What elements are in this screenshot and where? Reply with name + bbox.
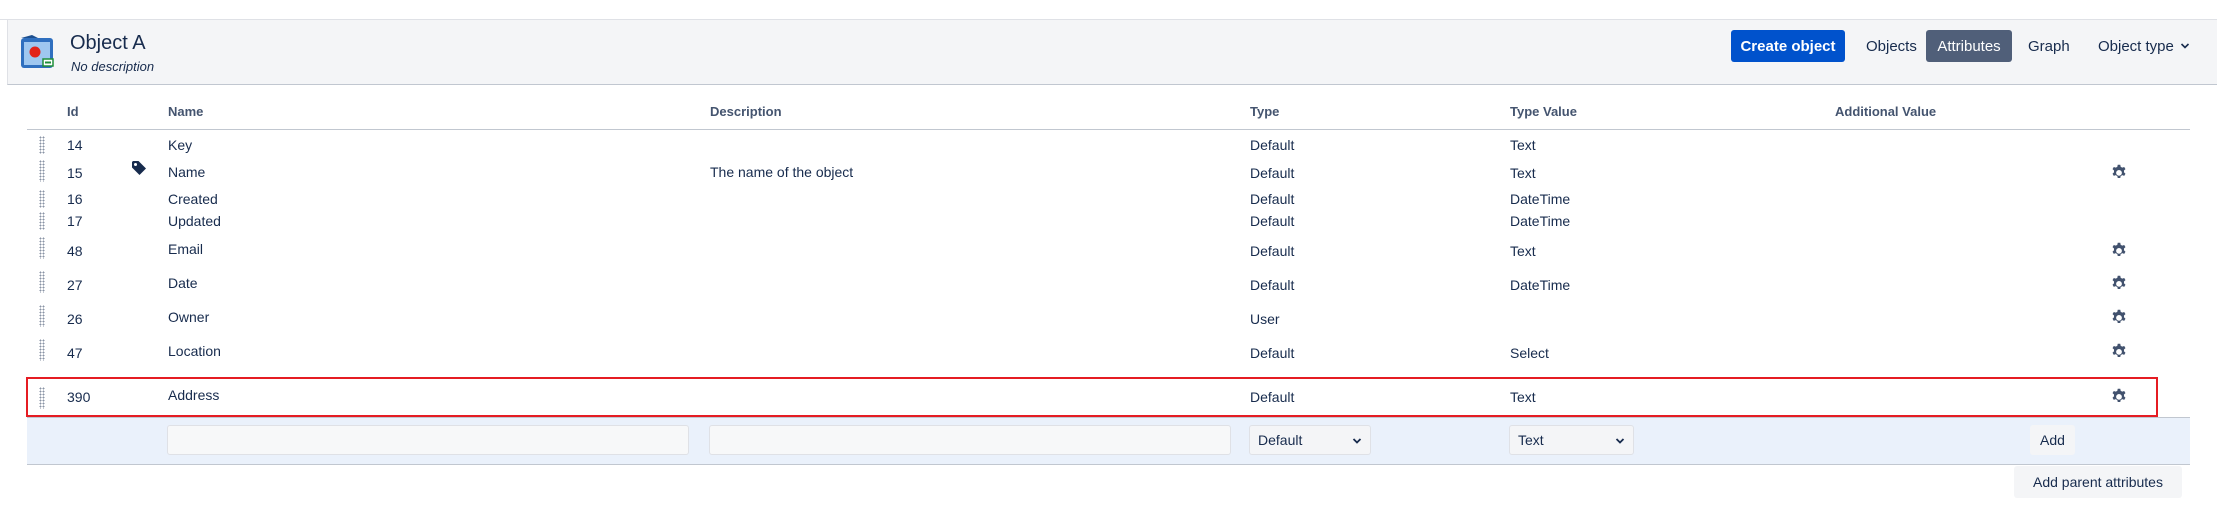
gear-icon[interactable] <box>2110 163 2128 181</box>
cell-type: Default <box>1250 213 1295 229</box>
cell-id: 26 <box>67 311 83 327</box>
cell-id: 15 <box>67 165 83 181</box>
tab-attributes[interactable]: Attributes <box>1926 30 2012 62</box>
gear-icon[interactable] <box>2110 342 2128 360</box>
gear-icon[interactable] <box>2110 241 2128 259</box>
gear-icon[interactable] <box>2110 274 2128 292</box>
cell-name: Created <box>168 191 218 207</box>
type-select-value: Default <box>1258 432 1303 448</box>
cell-name: Email <box>168 241 204 257</box>
new-attribute-description-input[interactable] <box>709 425 1231 455</box>
column-header-name: Name <box>168 104 204 119</box>
table-row[interactable]: 17 Updated Default DateTime <box>27 210 2190 234</box>
object-type-icon <box>21 35 54 68</box>
cell-type: User <box>1250 311 1280 327</box>
drag-handle[interactable] <box>39 237 45 259</box>
cell-type-value: Text <box>1510 137 1536 153</box>
column-header-additional-value: Additional Value <box>1835 104 1937 119</box>
object-type-header: Object A No description Create object Ob… <box>7 20 2217 85</box>
table-row[interactable]: 16 Created Default DateTime <box>27 188 2190 210</box>
drag-handle[interactable] <box>39 212 45 230</box>
chevron-down-icon <box>2180 43 2189 49</box>
cell-type-value: Text <box>1510 243 1536 259</box>
cell-type: Default <box>1250 165 1295 181</box>
object-type-dropdown-label: Object type <box>2098 37 2174 55</box>
add-parent-attributes-button[interactable]: Add parent attributes <box>2014 466 2182 498</box>
column-header-description: Description <box>710 104 782 119</box>
column-header-id: Id <box>67 104 79 119</box>
label-tag-icon <box>132 161 146 175</box>
object-type-description: No description <box>71 59 155 74</box>
cell-type: Default <box>1250 243 1295 259</box>
cell-type-value: Select <box>1510 345 1549 361</box>
cell-type-value: DateTime <box>1510 213 1571 229</box>
table-row[interactable]: 26 Owner User <box>27 302 2190 336</box>
cell-name: Date <box>168 275 198 291</box>
cell-id: 17 <box>67 213 83 229</box>
cell-type-value: DateTime <box>1510 277 1571 293</box>
drag-handle[interactable] <box>39 305 45 327</box>
table-row[interactable]: 47 Location Default Select <box>27 336 2190 370</box>
column-header-type-value: Type Value <box>1510 104 1577 119</box>
table-row[interactable]: 48 Email Default Text <box>27 234 2190 268</box>
tab-objects[interactable]: Objects <box>1854 30 1929 62</box>
cell-id: 16 <box>67 191 83 207</box>
table-header-divider <box>27 129 2190 130</box>
cell-name: Name <box>168 164 206 180</box>
tab-graph[interactable]: Graph <box>2018 30 2080 62</box>
cell-type-value: Text <box>1510 165 1536 181</box>
column-header-type: Type <box>1250 104 1280 119</box>
drag-handle[interactable] <box>39 136 45 154</box>
cell-id: 47 <box>67 345 83 361</box>
cell-type: Default <box>1250 345 1295 361</box>
chevron-down-icon <box>1615 438 1625 444</box>
type-select[interactable]: Default <box>1249 425 1371 455</box>
cell-type: Default <box>1250 137 1295 153</box>
cell-type: Default <box>1250 191 1295 207</box>
cell-name: Location <box>168 343 221 359</box>
cell-description: The name of the object <box>710 164 854 180</box>
highlight-box <box>26 377 2158 417</box>
type-value-select-value: Text <box>1518 432 1544 448</box>
object-type-dropdown[interactable]: Object type <box>2088 30 2200 62</box>
cell-type-value: DateTime <box>1510 191 1571 207</box>
drag-handle[interactable] <box>39 160 45 182</box>
table-row[interactable]: 15 Name The name of the object Default T… <box>27 156 2190 188</box>
cell-type: Default <box>1250 277 1295 293</box>
object-type-title: Object A <box>70 32 146 54</box>
type-value-select[interactable]: Text <box>1509 425 1634 455</box>
table-row[interactable]: 14 Key Default Text <box>27 134 2190 156</box>
cell-name: Updated <box>168 213 221 229</box>
cell-id: 48 <box>67 243 83 259</box>
drag-handle[interactable] <box>39 271 45 293</box>
cell-name: Owner <box>168 309 210 325</box>
cell-id: 14 <box>67 137 83 153</box>
gear-icon[interactable] <box>2110 308 2128 326</box>
chevron-down-icon <box>1352 438 1362 444</box>
add-attribute-button[interactable]: Add <box>2030 425 2075 455</box>
add-attribute-row: Default Text Add <box>27 417 2190 465</box>
drag-handle[interactable] <box>39 339 45 361</box>
cell-id: 27 <box>67 277 83 293</box>
new-attribute-name-input[interactable] <box>167 425 689 455</box>
drag-handle[interactable] <box>39 190 45 208</box>
create-object-button[interactable]: Create object <box>1731 30 1845 62</box>
table-row[interactable]: 27 Date Default DateTime <box>27 268 2190 302</box>
cell-name: Key <box>168 137 193 153</box>
